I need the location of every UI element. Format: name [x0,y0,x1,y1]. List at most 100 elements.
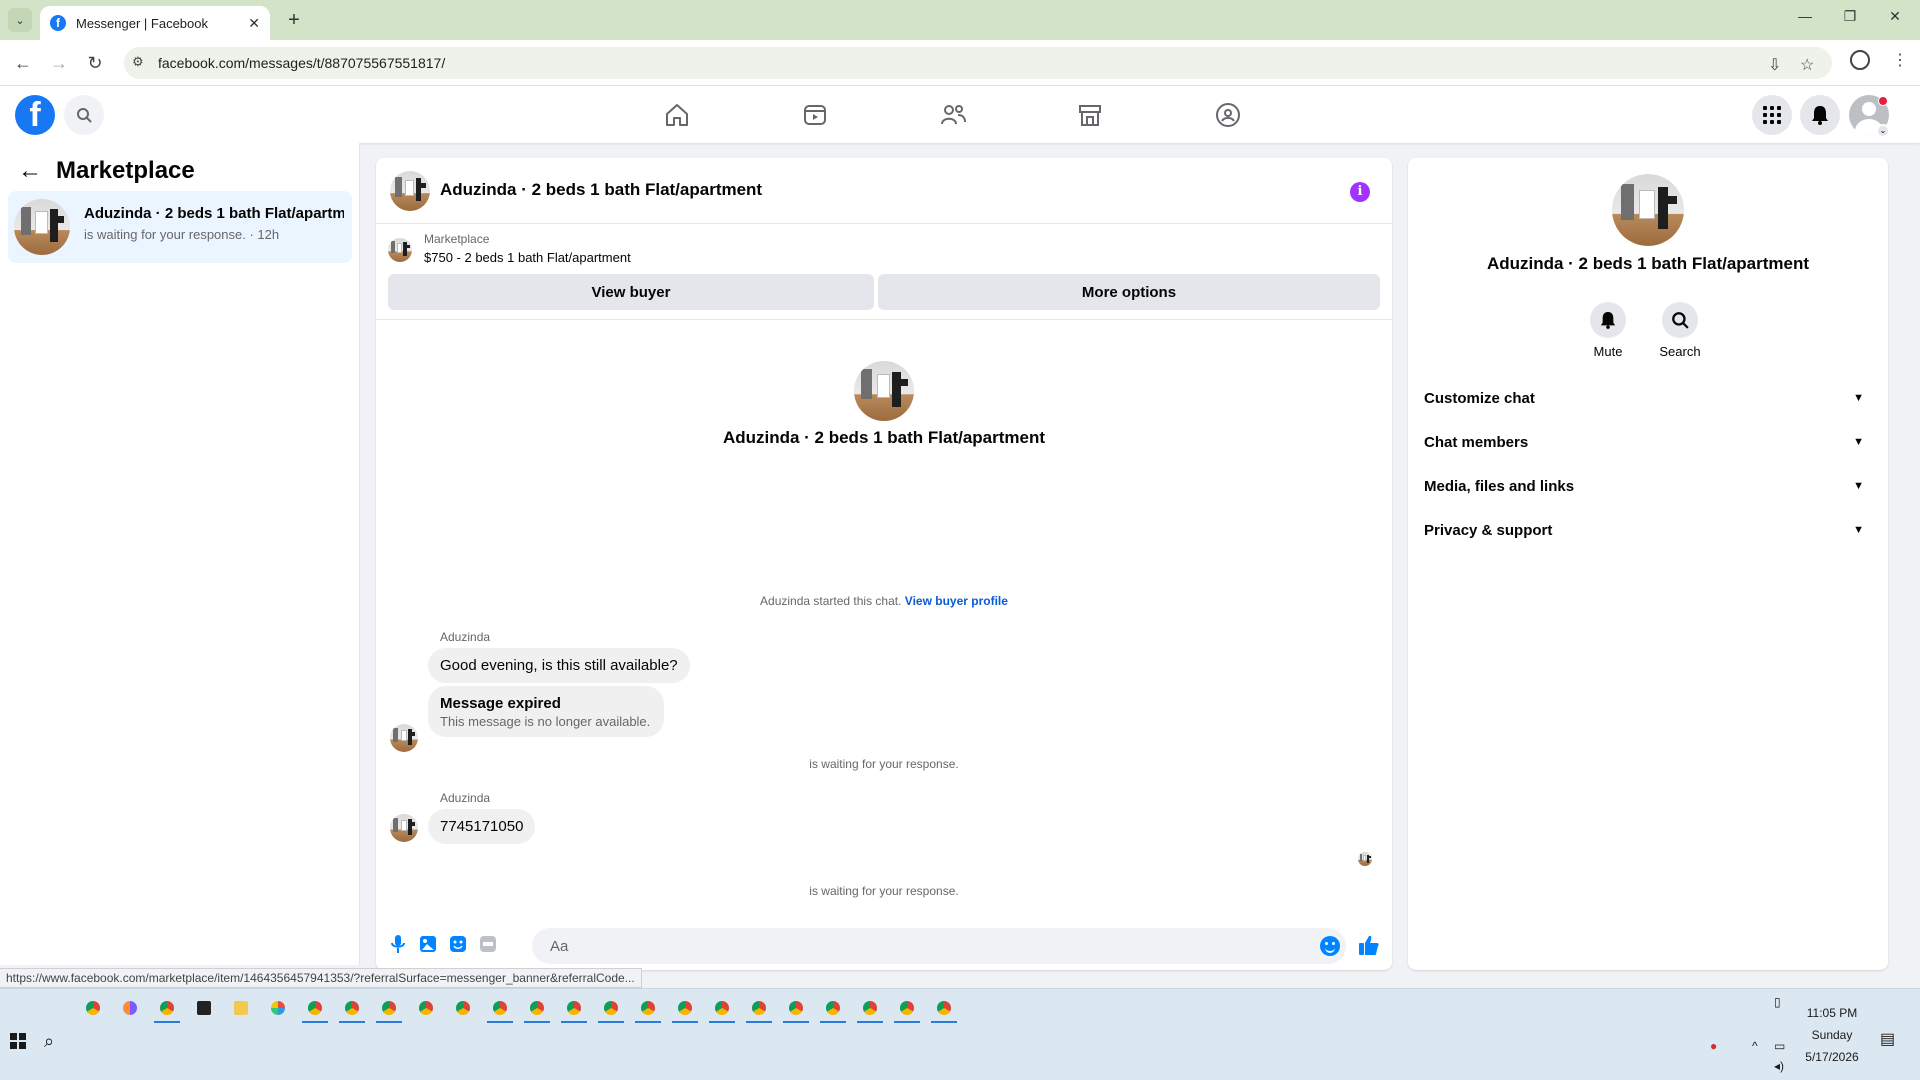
install-app-icon[interactable]: ⇩ [1768,55,1781,75]
tab-close-icon[interactable]: ✕ [248,15,260,32]
conversation-details-panel: Aduzinda · 2 beds 1 bath Flat/apartment … [1408,158,1888,970]
chrome-icon [937,1001,951,1015]
taskbar-app-chrome[interactable] [376,993,402,1023]
attach-photo-button[interactable] [418,934,438,954]
chevron-up-icon[interactable]: ^ [1752,1039,1758,1053]
new-tab-button[interactable]: + [282,8,306,32]
clock-date[interactable]: 5/17/2026 [1800,1050,1864,1064]
chat-members-section[interactable]: Chat members ▼ [1424,424,1872,460]
windows-start-icon[interactable] [10,1033,26,1049]
chevron-down-icon[interactable]: ⌄ [1876,124,1890,138]
taskbar-app-chrome[interactable] [339,993,365,1023]
taskbar-search-icon[interactable]: ⌕ [44,1031,54,1052]
taskbar-app-chrome[interactable] [487,993,513,1023]
browser-profile-icon[interactable] [1850,50,1870,70]
message-input[interactable] [532,928,1346,964]
facebook-logo[interactable]: f [15,95,55,135]
sender-avatar[interactable] [390,724,418,752]
restore-icon[interactable]: ❐ [1835,8,1865,25]
network-icon[interactable]: ▭ [1774,1039,1785,1053]
chat-title[interactable]: Aduzinda · 2 beds 1 bath Flat/apartment [440,180,762,200]
taskbar-app-chrome[interactable] [820,993,846,1023]
device-icon[interactable]: ▯ [1774,995,1781,1009]
taskbar-app-chrome[interactable] [450,993,476,1023]
minimize-icon[interactable]: — [1790,8,1820,24]
taskbar-app-copilot[interactable] [117,993,143,1023]
taskbar-app-chrome[interactable] [931,993,957,1023]
chrome-icon [641,1001,655,1015]
like-icon [1359,935,1379,955]
expired-message-bubble[interactable]: Message expired This message is no longe… [428,686,665,737]
taskbar-app-paint[interactable] [265,993,291,1023]
taskbar-app-terminal[interactable] [191,993,217,1023]
view-buyer-profile-link[interactable]: View buyer profile [905,594,1008,608]
taskbar-app-chrome[interactable] [709,993,735,1023]
app-tray-icon[interactable]: ● [1710,1039,1717,1053]
site-info-icon[interactable]: ⚙ [132,54,144,70]
emoji-icon[interactable] [1320,936,1340,956]
message-bubble[interactable]: Good evening, is this still available? [428,648,690,683]
taskbar-app-chrome[interactable] [80,993,106,1023]
back-arrow-icon[interactable]: ← [12,52,34,74]
address-bar[interactable]: ⚙ facebook.com/messages/t/88707556755181… [124,47,1832,79]
customize-chat-section[interactable]: Customize chat ▼ [1424,380,1872,416]
volume-icon[interactable]: ◂) [1774,1059,1784,1073]
gif-button[interactable] [478,934,498,954]
taskbar-app-chrome[interactable] [598,993,624,1023]
conversation-item[interactable]: Aduzinda · 2 beds 1 bath Flat/apartment … [8,191,352,263]
view-buyer-button[interactable]: View buyer [388,274,874,310]
message-bubble[interactable]: 7745171050 [428,809,536,844]
browser-tab-messenger[interactable]: f Messenger | Facebook ✕ [40,6,270,40]
notification-center-icon[interactable]: ▤ [1880,1029,1895,1049]
thumbs-up-icon[interactable] [1358,934,1380,962]
nav-marketplace[interactable] [1074,100,1106,130]
media-files-links-section[interactable]: Media, files and links ▼ [1424,468,1872,504]
search-label: Search [1659,344,1701,359]
chrome-icon [86,1001,100,1015]
clock-time[interactable]: 11:05 PM [1806,1006,1858,1020]
back-arrow-icon[interactable]: ← [18,157,42,185]
menu-button[interactable] [1752,95,1792,135]
bookmark-star-icon[interactable]: ☆ [1800,55,1814,75]
listing-price[interactable]: $750 - 2 beds 1 bath Flat/apartment [424,250,631,265]
reload-icon[interactable]: ↻ [84,52,106,74]
browser-menu-icon[interactable]: ⋮ [1892,50,1908,70]
listing-banner-thumbnail[interactable] [388,238,412,262]
notifications-button[interactable] [1800,95,1840,135]
marketplace-sidebar: ← Marketplace Aduzinda · 2 beds 1 bath F… [0,143,360,965]
nav-groups[interactable] [1212,100,1244,130]
search-in-chat-button[interactable]: Search [1650,302,1710,359]
url-text[interactable]: facebook.com/messages/t/887075567551817/ [158,55,445,71]
more-options-button[interactable]: More options [878,274,1380,310]
taskbar-app-chrome[interactable] [413,993,439,1023]
message-sender: Aduzinda [440,791,491,805]
nav-home[interactable] [661,100,693,130]
chat-header-thumbnail[interactable] [390,171,430,211]
taskbar-app-chrome[interactable] [672,993,698,1023]
window-close-icon[interactable]: ✕ [1880,8,1910,25]
chrome-icon [308,1001,322,1015]
nav-friends[interactable] [937,100,969,130]
taskbar-app-chrome[interactable] [154,993,180,1023]
sticker-button[interactable] [448,934,468,954]
search-icon [77,108,92,123]
sender-avatar[interactable] [390,814,418,842]
taskbar-app-chrome[interactable] [561,993,587,1023]
privacy-support-section[interactable]: Privacy & support ▼ [1424,512,1872,548]
facebook-search-button[interactable] [64,95,104,135]
taskbar-app-chrome[interactable] [783,993,809,1023]
taskbar-app-chrome[interactable] [857,993,883,1023]
info-icon[interactable]: i [1350,182,1370,202]
taskbar-app-explorer[interactable] [228,993,254,1023]
nav-video[interactable] [799,100,831,130]
clock-day[interactable]: Sunday [1806,1028,1858,1042]
mute-button[interactable]: Mute [1578,302,1638,359]
taskbar-app-chrome[interactable] [894,993,920,1023]
taskbar-app-chrome[interactable] [635,993,661,1023]
tab-search-button[interactable]: ⌄ [8,8,32,32]
taskbar-app-chrome[interactable] [524,993,550,1023]
forward-arrow-icon[interactable]: → [48,52,70,74]
taskbar-app-chrome[interactable] [746,993,772,1023]
voice-clip-button[interactable] [388,934,408,954]
taskbar-app-chrome[interactable] [302,993,328,1023]
